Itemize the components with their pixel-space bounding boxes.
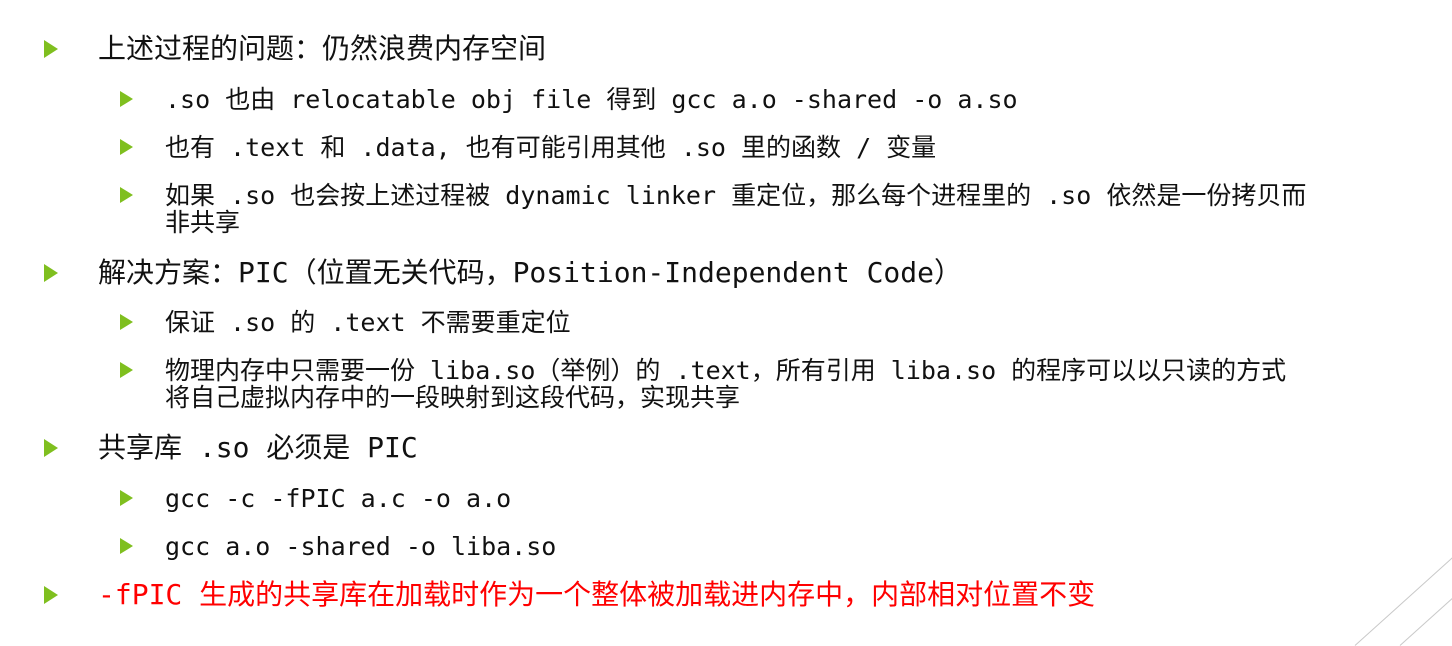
bullet-text-highlight: -fPIC 生成的共享库在加载时作为一个整体被加载进内存中，内部相对位置不变 — [98, 578, 1096, 611]
bullet-text: .so 也由 relocatable obj file 得到 gcc a.o -… — [165, 85, 1018, 114]
sub-bullet-item: gcc -c -fPIC a.c -o a.o — [120, 485, 511, 512]
triangle-bullet-icon — [120, 362, 133, 378]
triangle-bullet-icon — [120, 91, 133, 107]
sub-bullet-item: .so 也由 relocatable obj file 得到 gcc a.o -… — [120, 86, 1018, 113]
bullet-text-block: 物理内存中只需要一份 liba.so（举例）的 .text，所有引用 liba.… — [165, 357, 1286, 411]
triangle-bullet-icon — [120, 314, 133, 330]
bullet-text: 保证 .so 的 .text 不需要重定位 — [165, 308, 571, 337]
bullet-text-continuation: 将自己虚拟内存中的一段映射到这段代码，实现共享 — [165, 383, 741, 412]
triangle-bullet-icon — [44, 264, 58, 282]
bullet-text: 物理内存中只需要一份 liba.so（举例）的 .text，所有引用 liba.… — [165, 356, 1287, 385]
decorative-line — [1399, 591, 1452, 646]
sub-bullet-item: 物理内存中只需要一份 liba.so（举例）的 .text，所有引用 liba.… — [120, 357, 1286, 411]
bullet-text: 如果 .so 也会按上述过程被 dynamic linker 重定位，那么每个进… — [165, 181, 1307, 210]
slide: 上述过程的问题：仍然浪费内存空间 .so 也由 relocatable obj … — [0, 0, 1452, 646]
bullet-text: 也有 .text 和 .data, 也有可能引用其他 .so 里的函数 / 变量 — [165, 133, 937, 162]
bullet-text: 解决方案：PIC（位置无关代码，Position-Independent Cod… — [98, 256, 963, 289]
decorative-line — [1354, 554, 1452, 646]
bullet-text: 上述过程的问题：仍然浪费内存空间 — [98, 32, 547, 65]
sub-bullet-item: 保证 .so 的 .text 不需要重定位 — [120, 309, 571, 336]
bullet-text: gcc a.o -shared -o liba.so — [165, 532, 557, 561]
sub-bullet-item: gcc a.o -shared -o liba.so — [120, 533, 556, 560]
bullet-item: 上述过程的问题：仍然浪费内存空间 — [44, 34, 546, 64]
bullet-item: 共享库 .so 必须是 PIC — [44, 433, 418, 463]
triangle-bullet-icon — [120, 538, 133, 554]
triangle-bullet-icon — [44, 439, 58, 457]
triangle-bullet-icon — [120, 490, 133, 506]
bullet-item: -fPIC 生成的共享库在加载时作为一个整体被加载进内存中，内部相对位置不变 — [44, 580, 1095, 610]
triangle-bullet-icon — [44, 40, 58, 58]
bullet-text: gcc -c -fPIC a.c -o a.o — [165, 484, 512, 513]
bullet-text-continuation: 非共享 — [165, 208, 241, 237]
sub-bullet-item: 也有 .text 和 .data, 也有可能引用其他 .so 里的函数 / 变量 — [120, 134, 936, 161]
triangle-bullet-icon — [44, 586, 58, 604]
bullet-item: 解决方案：PIC（位置无关代码，Position-Independent Cod… — [44, 258, 962, 288]
triangle-bullet-icon — [120, 187, 133, 203]
bullet-text: 共享库 .so 必须是 PIC — [98, 431, 418, 464]
sub-bullet-item: 如果 .so 也会按上述过程被 dynamic linker 重定位，那么每个进… — [120, 182, 1306, 236]
bullet-text-block: 如果 .so 也会按上述过程被 dynamic linker 重定位，那么每个进… — [165, 182, 1306, 236]
triangle-bullet-icon — [120, 139, 133, 155]
